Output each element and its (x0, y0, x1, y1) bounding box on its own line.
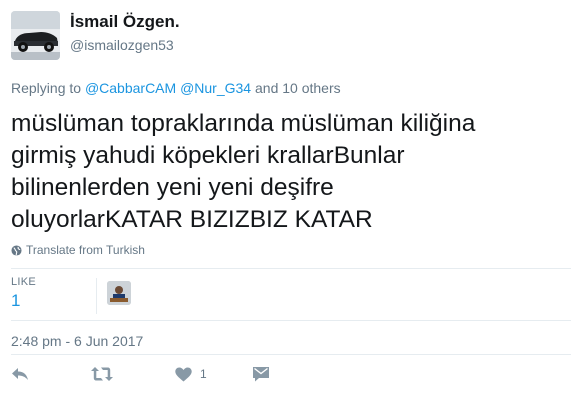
tweet-timestamp[interactable]: 2:48 pm - 6 Jun 2017 (11, 333, 143, 349)
reply-others[interactable]: and 10 others (255, 80, 341, 96)
liker-avatar[interactable] (107, 281, 131, 305)
mention-link[interactable]: @Nur_G34 (180, 80, 251, 96)
divider (11, 320, 571, 321)
globe-icon (11, 244, 22, 256)
likes-count[interactable]: 1 (11, 291, 20, 311)
stats-separator (96, 278, 97, 314)
author-avatar[interactable] (11, 11, 60, 60)
mention-link[interactable]: @CabbarCAM (85, 80, 176, 96)
like-count: 1 (200, 367, 207, 381)
tweet-text: müslüman topraklarında müslüman kiliğina… (11, 110, 476, 233)
translate-label[interactable]: Translate from Turkish (26, 243, 145, 257)
direct-message-button[interactable] (252, 362, 270, 386)
likes-label[interactable]: LIKE (11, 276, 36, 288)
heart-icon (175, 367, 192, 381)
divider (11, 354, 571, 355)
envelope-icon (253, 367, 269, 382)
reply-context: Replying to @CabbarCAM @Nur_G34 and 10 o… (11, 80, 341, 96)
author-display-name[interactable]: İsmail Özgen. (70, 12, 180, 32)
reply-prefix: Replying to (11, 80, 82, 96)
retweet-icon (91, 367, 113, 381)
translate-link[interactable]: Translate from Turkish (11, 243, 145, 257)
retweet-button[interactable] (91, 362, 113, 386)
divider (11, 268, 571, 269)
author-username[interactable]: @ismailozgen53 (70, 37, 174, 53)
reply-icon (12, 368, 28, 380)
reply-button[interactable] (11, 362, 29, 386)
like-button[interactable]: 1 (175, 362, 207, 386)
